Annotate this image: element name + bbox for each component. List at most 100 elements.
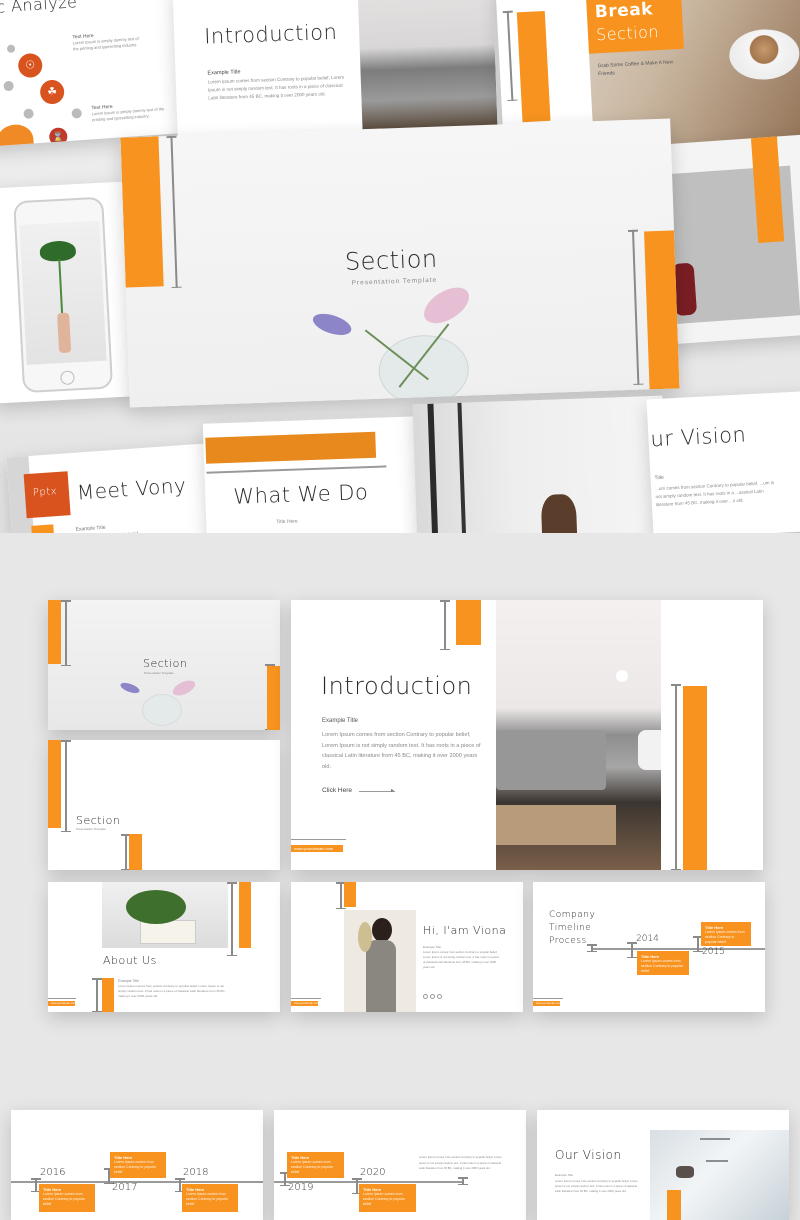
bracket-line xyxy=(228,882,236,956)
accent-bar xyxy=(239,882,251,948)
bracket-line xyxy=(122,834,130,870)
timeline-box: Title Here Lorem Ipsum comes from sectio… xyxy=(359,1184,416,1212)
grid-slide-timeline-3: 2019 2020 Title Here Lorem Ipsum comes f… xyxy=(274,1110,526,1220)
accent-bar xyxy=(456,600,481,645)
slide-vision-hero: ur Vision Title ...um comes from section… xyxy=(646,390,800,533)
node-dot xyxy=(6,44,16,54)
living-room-photo xyxy=(357,0,498,132)
timeline-tick xyxy=(281,1172,289,1186)
viona-photo xyxy=(344,910,416,1012)
blue-flower xyxy=(310,309,354,340)
domain-tag: www.yourdomain.com xyxy=(48,1001,75,1006)
grid-slide-introduction: Introduction Example Title Lorem Ipsum c… xyxy=(291,600,763,870)
box-text: Lorem Ipsum comes from section Contrary … xyxy=(641,959,684,973)
node-dot xyxy=(71,108,83,119)
bracket-line xyxy=(93,978,101,1012)
timeline-body: Lorem Ipsum comes from section Contrary … xyxy=(419,1155,503,1170)
timeline-axis xyxy=(591,948,765,950)
bracket-line xyxy=(62,600,70,666)
hand-plant-icon: ☘ xyxy=(39,79,65,105)
timeline-tick xyxy=(694,936,702,952)
arrow-line[interactable] xyxy=(359,791,395,792)
main-title: Section xyxy=(344,244,439,276)
section-subtitle: Presentation Template xyxy=(144,671,174,675)
year-label: 2016 xyxy=(40,1167,66,1178)
slide-introduction: Introduction Example Title Lorem Ipsum c… xyxy=(172,0,498,138)
twitter-icon[interactable] xyxy=(437,994,442,999)
intro-title: Introduction xyxy=(321,672,473,700)
bracket-line xyxy=(672,684,680,870)
blue-flower xyxy=(119,680,141,696)
slide-phone xyxy=(0,181,136,404)
break-title-bold: Break xyxy=(594,0,654,23)
living-room-photo xyxy=(496,600,661,870)
vision-subtitle: Example Title xyxy=(555,1173,574,1177)
accent-bar xyxy=(120,136,164,288)
timeline-box: Title Here Lorem Ipsum comes from sectio… xyxy=(637,951,689,975)
ceiling-light xyxy=(700,1138,730,1140)
domain-tag: www.yourdomain.com xyxy=(291,845,343,852)
section-title: Section xyxy=(143,657,188,670)
hero-collage: c Analyze ☉ ☘ ⌛ Text Here Lorem Ipsum is… xyxy=(0,0,800,533)
timeline-tick xyxy=(353,1178,361,1194)
timeline-box: Title Here Lorem Ipsum comes from sectio… xyxy=(287,1152,344,1178)
grid-slide-viona: Hi, I'am Viona Example Title Lorem Ipsum… xyxy=(291,882,523,1012)
node-dot xyxy=(3,80,14,92)
year-label: 2015 xyxy=(702,947,725,957)
whatwedo-title: What We Do xyxy=(232,480,369,509)
grid-slide-section-2: Section Presentation Template xyxy=(48,740,280,870)
grid-slide-about: About Us Example Title Lorem Ipsum comes… xyxy=(48,882,280,1012)
bracket-line xyxy=(441,600,449,650)
timeline-box: Title Here Lorem Ipsum comes from sectio… xyxy=(39,1184,95,1212)
click-here-link[interactable]: Click Here xyxy=(322,785,352,796)
timeline-tick xyxy=(32,1178,40,1192)
facebook-icon[interactable] xyxy=(423,994,428,999)
box-text: Lorem Ipsum comes from section Contrary … xyxy=(705,930,745,944)
year-label: 2014 xyxy=(636,934,659,944)
accent-bar xyxy=(102,978,114,1012)
white-chair xyxy=(638,730,661,770)
grid-slide-vision: Our Vision Example Title Lorem Ipsum com… xyxy=(537,1110,789,1220)
sofa xyxy=(496,730,606,790)
intro-body: Lorem Ipsum comes from section Contrary … xyxy=(322,732,481,770)
pptx-label: Pptx xyxy=(32,486,58,499)
bracket-line xyxy=(291,998,321,999)
slide-analyze: c Analyze ☉ ☘ ⌛ Text Here Lorem Ipsum is… xyxy=(0,0,186,147)
linkedin-icon[interactable] xyxy=(430,994,435,999)
bracket-line xyxy=(533,998,563,999)
slide-title: Introduction xyxy=(203,19,338,49)
viona-body: Lorem Ipsum comes from section Contrary … xyxy=(423,950,500,969)
arrow-right-icon[interactable]: ▸ xyxy=(391,787,394,794)
accent-bar xyxy=(48,600,61,664)
green-leaves xyxy=(126,890,186,924)
flower-bouquet xyxy=(358,922,372,952)
main-subtitle: Presentation Template xyxy=(351,276,438,287)
year-label: 2017 xyxy=(112,1182,138,1193)
hand-arm xyxy=(57,312,72,354)
ceiling-light xyxy=(706,1160,728,1162)
books xyxy=(140,920,196,944)
box-text: Lorem Ipsum comes from section Contrary … xyxy=(114,1160,157,1174)
window-frame xyxy=(427,403,439,533)
coffee-table xyxy=(496,805,616,845)
slide-body: Lorem Ipsum comes from section Contrary … xyxy=(207,74,345,101)
accent-bar xyxy=(667,1190,681,1220)
accent-bar xyxy=(516,10,551,123)
slide-woman-photo xyxy=(412,395,668,533)
accent-bar xyxy=(48,740,61,828)
accent-bar xyxy=(644,230,680,390)
glass-vase xyxy=(377,333,470,407)
bracket-line xyxy=(631,229,639,385)
accent-bar xyxy=(129,834,142,870)
break-title: Section xyxy=(595,22,660,45)
phone-mockup xyxy=(13,196,114,394)
year-label: 2020 xyxy=(360,1167,386,1178)
bracket-line xyxy=(48,998,76,999)
bracket-line xyxy=(206,465,387,474)
slide-meet-vony: Pptx Meet Vony Example Title ...section … xyxy=(6,442,224,533)
bracket-line xyxy=(170,135,178,288)
timeline-box: Title Here Lorem Ipsum comes from sectio… xyxy=(701,922,751,946)
timeline-tick xyxy=(176,1178,184,1192)
bracket-line xyxy=(62,740,70,832)
home-button xyxy=(60,370,75,386)
